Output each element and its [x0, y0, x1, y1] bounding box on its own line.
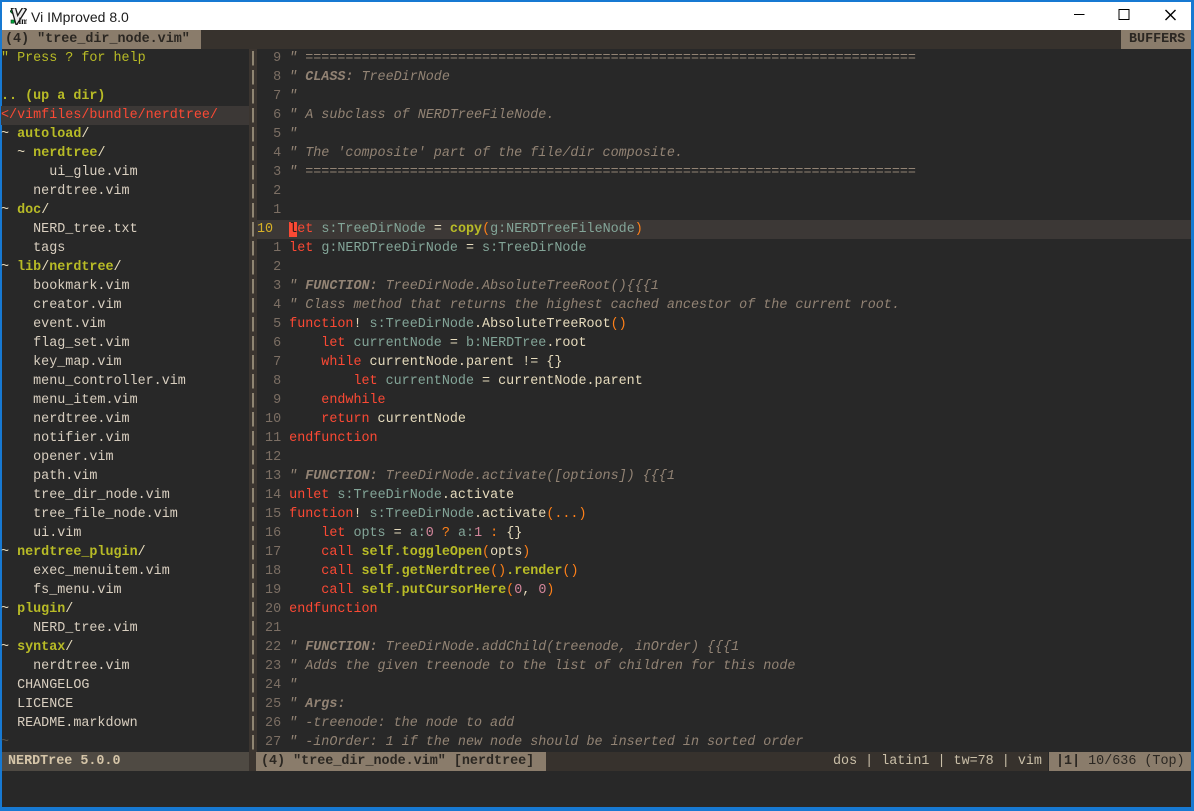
svg-text:im: im: [19, 16, 27, 25]
